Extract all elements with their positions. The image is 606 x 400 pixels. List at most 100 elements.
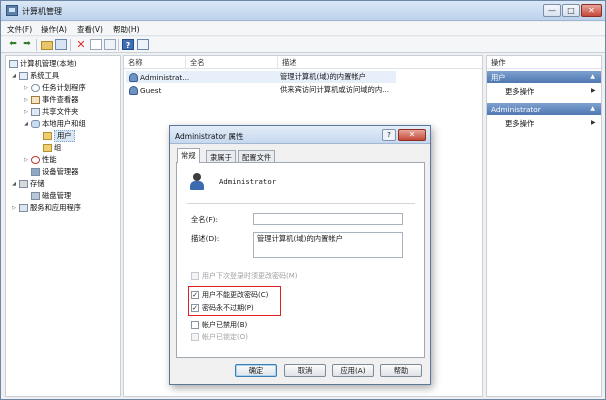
general-tab-panel: Administrator 全名(F): 描述(D): 管理计算机(域)的内置帐… — [176, 162, 425, 358]
dialog-title-bar: Administrator 属性 ? ✕ — [170, 126, 430, 144]
checkbox-label: 帐户已禁用(B) — [202, 321, 248, 329]
folder-up-icon[interactable] — [41, 41, 53, 50]
cell-name: Administrat... — [140, 72, 190, 82]
tree-item-services-apps[interactable]: ▷ 服务和应用程序 — [11, 203, 81, 213]
table-row[interactable]: Administrat... 管理计算机(域)的内置帐户 — [126, 71, 396, 83]
actions-section-administrator[interactable]: Administrator ▲ — [487, 103, 601, 115]
maximize-button[interactable]: □ — [562, 4, 580, 17]
delete-icon[interactable]: ✕ — [75, 39, 87, 50]
close-button[interactable]: ✕ — [581, 4, 602, 17]
tree-item-label: 用户 — [54, 130, 75, 142]
tree-item-users[interactable]: 用户 — [43, 130, 75, 142]
ok-button[interactable]: 确定 — [235, 364, 277, 377]
user-icon — [129, 72, 138, 82]
tree-item-disk-management[interactable]: 磁盘管理 — [31, 191, 71, 201]
tree-item-groups[interactable]: 组 — [43, 143, 61, 153]
section-label: 用户 — [491, 73, 506, 82]
checkbox-box[interactable] — [191, 321, 199, 329]
dialog-close-button[interactable]: ✕ — [398, 129, 426, 141]
back-arrow-icon[interactable]: ⬅ — [7, 39, 19, 50]
cell-name: Guest — [140, 85, 162, 95]
more-actions-administrator[interactable]: 更多操作 ▶ — [505, 119, 596, 129]
tree-item-label: 共享文件夹 — [42, 107, 79, 116]
tree-item-label: 性能 — [42, 155, 57, 164]
cell-description: 管理计算机(域)的内置帐户 — [280, 72, 366, 81]
tree-item-root[interactable]: 计算机管理(本地) — [9, 59, 77, 69]
more-actions-users[interactable]: 更多操作 ▶ — [505, 87, 596, 97]
arrow-right-icon: ▶ — [591, 119, 596, 126]
arrow-right-icon: ▶ — [591, 87, 596, 94]
menu-file[interactable]: 文件(F) — [7, 24, 32, 35]
action-pane-icon[interactable] — [137, 39, 149, 50]
help-button[interactable]: 帮助 — [380, 364, 422, 377]
action-label: 更多操作 — [505, 119, 535, 128]
action-label: 更多操作 — [505, 87, 535, 96]
tree-item-performance[interactable]: ▷ 性能 — [23, 155, 57, 165]
tree-item-storage[interactable]: ◢ 存储 — [11, 179, 45, 189]
properties-icon[interactable] — [90, 39, 102, 50]
description-label: 描述(D): — [191, 234, 220, 243]
column-header-name[interactable]: 名称 — [124, 56, 186, 69]
expand-arrow-icon[interactable]: ▷ — [23, 97, 29, 103]
tree-item-event-viewer[interactable]: ▷ 事件查看器 — [23, 95, 78, 105]
cell-description: 供来宾访问计算机或访问域的内... — [280, 85, 390, 94]
collapse-arrow-icon[interactable]: ◢ — [11, 73, 17, 79]
account-locked-checkbox: 帐户已锁定(O) — [191, 332, 248, 342]
folder-icon — [43, 144, 52, 152]
clock-icon — [31, 84, 40, 92]
expand-arrow-icon[interactable]: ▷ — [23, 85, 29, 91]
toolbar-separator — [70, 39, 71, 51]
services-icon — [19, 204, 28, 212]
tree-item-label: 计算机管理(本地) — [20, 59, 77, 68]
account-disabled-checkbox[interactable]: 帐户已禁用(B) — [191, 320, 247, 330]
cancel-button[interactable]: 取消 — [284, 364, 326, 377]
tree-item-task-scheduler[interactable]: ▷ 任务计划程序 — [23, 83, 86, 93]
collapse-arrow-icon[interactable]: ◢ — [23, 121, 29, 127]
tree-item-label: 本地用户和组 — [42, 119, 86, 128]
forward-arrow-icon[interactable]: ➡ — [21, 39, 33, 50]
shared-folder-icon — [31, 108, 40, 116]
tree-item-local-users-groups[interactable]: ◢ 本地用户和组 — [23, 119, 86, 129]
menu-help[interactable]: 帮助(H) — [113, 24, 140, 35]
expand-arrow-icon[interactable]: ▷ — [23, 109, 29, 115]
performance-icon — [31, 156, 40, 164]
description-field[interactable]: 管理计算机(域)的内置帐户 — [253, 232, 403, 258]
toolbar-separator — [36, 39, 37, 51]
tree-item-system-tools[interactable]: ◢ 系统工具 — [11, 71, 59, 81]
chevron-up-icon[interactable]: ▲ — [590, 105, 595, 112]
minimize-button[interactable]: — — [543, 4, 561, 17]
dialog-help-button[interactable]: ? — [382, 129, 396, 141]
menu-bar: 文件(F) 操作(A) 查看(V) 帮助(H) — [1, 22, 605, 36]
tree-item-label: 系统工具 — [30, 71, 60, 80]
menu-view[interactable]: 查看(V) — [77, 24, 103, 35]
help-icon[interactable]: ? — [122, 39, 134, 50]
expand-arrow-icon[interactable]: ▷ — [23, 157, 29, 163]
table-row[interactable]: Guest 供来宾访问计算机或访问域的内... — [126, 84, 396, 96]
must-change-password-checkbox: 用户下次登录时须更改密码(M) — [191, 271, 298, 281]
chevron-up-icon[interactable]: ▲ — [590, 73, 595, 80]
administrator-properties-dialog: Administrator 属性 ? ✕ 常规 隶属于 配置文件 Adminis… — [169, 125, 431, 385]
checkbox-label: 帐户已锁定(O) — [202, 333, 248, 341]
tree-item-label: 存储 — [30, 179, 45, 188]
apply-button[interactable]: 应用(A) — [332, 364, 374, 377]
fullname-field[interactable] — [253, 213, 403, 225]
menu-action[interactable]: 操作(A) — [41, 24, 67, 35]
collapse-arrow-icon[interactable]: ◢ — [11, 181, 17, 187]
divider — [187, 203, 415, 204]
column-header-description[interactable]: 描述 — [278, 56, 482, 69]
checkbox-label: 用户下次登录时须更改密码(M) — [202, 272, 298, 280]
tree-item-label: 服务和应用程序 — [30, 203, 82, 212]
toolbar-separator — [118, 39, 119, 51]
tree-item-label: 磁盘管理 — [42, 191, 72, 200]
tree-item-device-manager[interactable]: 设备管理器 — [31, 167, 78, 177]
refresh-icon[interactable] — [104, 39, 116, 50]
navigation-tree: 计算机管理(本地) ◢ 系统工具 ▷ 任务计划程序 ▷ 事件查看器 ▷ 共享文件… — [5, 55, 121, 397]
checkbox-box — [191, 272, 199, 280]
show-hide-tree-icon[interactable] — [55, 39, 67, 50]
tree-item-shared-folders[interactable]: ▷ 共享文件夹 — [23, 107, 78, 117]
actions-section-users[interactable]: 用户 ▲ — [487, 71, 601, 83]
highlight-box — [188, 286, 281, 316]
column-header-fullname[interactable]: 全名 — [186, 56, 278, 69]
tab-general[interactable]: 常规 — [177, 148, 200, 163]
expand-arrow-icon[interactable]: ▷ — [11, 205, 17, 211]
